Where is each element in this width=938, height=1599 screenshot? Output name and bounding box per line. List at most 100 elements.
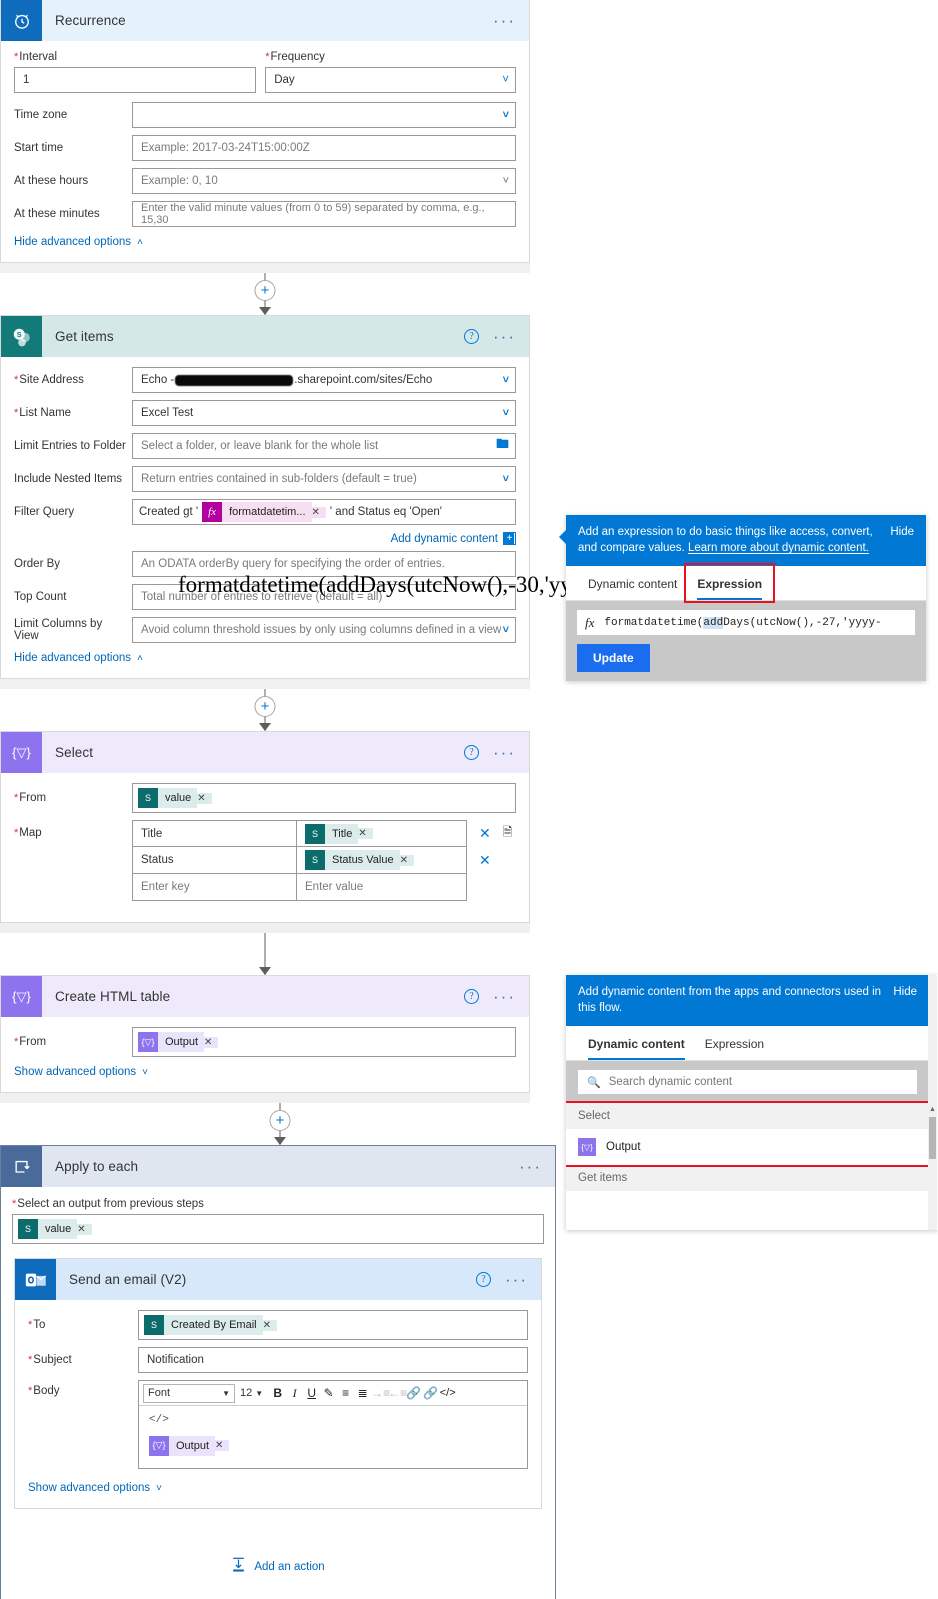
- action-card-send-email[interactable]: Send an email (V2) ? ··· *To S Created B…: [14, 1258, 542, 1509]
- action-card-apply-to-each[interactable]: Apply to each ··· *Select an output from…: [0, 1145, 556, 1599]
- more-options-icon[interactable]: ···: [493, 328, 516, 345]
- frequency-dropdown[interactable]: Day ˅: [265, 67, 516, 93]
- more-options-icon[interactable]: ···: [493, 12, 516, 29]
- code-view-button[interactable]: </>: [439, 1387, 456, 1399]
- starttime-input[interactable]: Example: 2017-03-24T15:00:00Z: [132, 135, 516, 161]
- underline-button[interactable]: U: [303, 1386, 320, 1400]
- insert-step-button[interactable]: +: [254, 280, 276, 301]
- remove-token-icon[interactable]: ✕: [399, 854, 414, 866]
- email-subject-input[interactable]: Notification: [138, 1347, 528, 1373]
- map-key-cell[interactable]: Title: [132, 820, 297, 847]
- link-icon[interactable]: 🔗: [405, 1386, 422, 1400]
- map-key-input[interactable]: Enter key: [132, 874, 297, 901]
- bold-button[interactable]: B: [269, 1386, 286, 1400]
- dynamic-token-value[interactable]: S value ✕: [138, 788, 212, 808]
- select-from-input[interactable]: S value ✕: [132, 783, 516, 813]
- insert-step-button[interactable]: +: [254, 696, 276, 717]
- italic-button[interactable]: I: [286, 1386, 303, 1401]
- htmltable-advanced-toggle[interactable]: Show advanced options ˅: [14, 1066, 516, 1078]
- dynamic-token-status-value[interactable]: S Status Value ✕: [305, 850, 414, 870]
- map-value-input[interactable]: Enter value: [297, 874, 467, 901]
- indent-icon[interactable]: →≡: [371, 1386, 390, 1400]
- map-key-cell[interactable]: Status: [132, 847, 297, 874]
- help-icon[interactable]: ?: [476, 1272, 492, 1287]
- delete-map-row-icon[interactable]: ✕: [479, 852, 491, 869]
- list-name-dropdown[interactable]: Excel Test ˅: [132, 400, 516, 426]
- remove-token-icon[interactable]: ✕: [204, 1036, 219, 1048]
- help-icon[interactable]: ?: [464, 989, 480, 1004]
- search-dynamic-content-input[interactable]: 🔍 Search dynamic content: [577, 1069, 918, 1095]
- more-options-icon[interactable]: ···: [493, 744, 516, 761]
- remove-token-icon[interactable]: ✕: [262, 1319, 277, 1331]
- expression-token-formatdatetime[interactable]: fx formatdatetim... ✕: [202, 502, 326, 522]
- dynamic-token-output[interactable]: {▽} Output ✕: [138, 1032, 219, 1052]
- action-card-select[interactable]: {▽} Select ? ··· *From S value ✕ *Map Ti…: [0, 731, 530, 923]
- getitems-advanced-toggle[interactable]: Hide advanced options ˄: [14, 652, 516, 664]
- add-an-action-button[interactable]: Add an action: [1, 1525, 555, 1599]
- remove-token-icon[interactable]: ✕: [197, 792, 212, 804]
- recurrence-advanced-toggle[interactable]: Hide advanced options ˄: [14, 236, 516, 248]
- dynamic-token-title[interactable]: S Title ✕: [305, 823, 373, 844]
- dynamic-token-value[interactable]: S value ✕: [18, 1219, 92, 1239]
- font-family-dropdown[interactable]: Font ▼: [143, 1383, 235, 1403]
- tab-expression[interactable]: Expression: [684, 563, 776, 603]
- update-button[interactable]: Update: [577, 644, 650, 672]
- scrollbar-thumb[interactable]: [929, 1117, 936, 1159]
- tab-dynamic-content[interactable]: Dynamic content: [578, 566, 687, 600]
- add-dynamic-content-icon[interactable]: +: [503, 532, 516, 545]
- remove-token-icon[interactable]: ✕: [215, 1440, 230, 1451]
- email-to-input[interactable]: S Created By Email ✕: [138, 1310, 528, 1340]
- bullet-list-icon[interactable]: ≡: [337, 1386, 354, 1400]
- timezone-dropdown[interactable]: ˅: [132, 102, 516, 128]
- card-header-get-items[interactable]: S Get items ? ···: [1, 316, 529, 357]
- pen-icon[interactable]: ✎: [320, 1386, 337, 1400]
- learn-more-link[interactable]: Learn more about dynamic content.: [688, 542, 869, 554]
- folder-icon[interactable]: 🖿: [496, 435, 509, 457]
- email-advanced-toggle[interactable]: Show advanced options ˅: [28, 1482, 528, 1494]
- help-icon[interactable]: ?: [464, 745, 480, 760]
- map-value-cell[interactable]: S Title ✕: [297, 820, 467, 847]
- scroll-up-icon[interactable]: ▲: [928, 1105, 937, 1115]
- rich-text-content[interactable]: </> {▽} Output ✕: [139, 1406, 527, 1468]
- nested-items-dropdown[interactable]: Return entries contained in sub-folders …: [132, 466, 516, 492]
- filter-query-input[interactable]: Created gt ' fx formatdatetim... ✕ ' and…: [132, 499, 516, 525]
- loop-output-input[interactable]: S value ✕: [12, 1214, 544, 1244]
- font-size-dropdown[interactable]: 12 ▼: [240, 1387, 263, 1399]
- expression-input[interactable]: fx formatdatetime(addDays(utcNow(),-27,'…: [577, 610, 915, 635]
- remove-token-icon[interactable]: ✕: [358, 828, 373, 839]
- card-header-select[interactable]: {▽} Select ? ···: [1, 732, 529, 773]
- minutes-input[interactable]: Enter the valid minute values (from 0 to…: [132, 201, 516, 227]
- htmltable-from-input[interactable]: {▽} Output ✕: [132, 1027, 516, 1057]
- number-list-icon[interactable]: ≣: [354, 1386, 371, 1400]
- add-dynamic-content-row[interactable]: Add dynamic content +: [14, 532, 516, 545]
- dynamic-item-output[interactable]: {▽} Output: [566, 1129, 929, 1165]
- dynamic-token-created-by-email[interactable]: S Created By Email ✕: [144, 1315, 277, 1335]
- card-header-apply-to-each[interactable]: Apply to each ···: [1, 1146, 555, 1187]
- help-icon[interactable]: ?: [464, 329, 480, 344]
- insert-step-button[interactable]: +: [269, 1110, 291, 1131]
- card-header-recurrence[interactable]: Recurrence ···: [1, 0, 529, 41]
- card-header-send-email[interactable]: Send an email (V2) ? ···: [15, 1259, 541, 1300]
- action-card-get-items[interactable]: S Get items ? ··· *Site Address Echo - .…: [0, 315, 530, 679]
- tab-dynamic-content[interactable]: Dynamic content: [578, 1026, 695, 1060]
- dynamic-token-output[interactable]: {▽} Output ✕: [149, 1435, 230, 1456]
- map-value-cell[interactable]: S Status Value ✕: [297, 847, 467, 874]
- more-options-icon[interactable]: ···: [519, 1158, 542, 1175]
- hide-panel-button[interactable]: Hide: [893, 984, 917, 1016]
- unlink-icon[interactable]: 🔗: [422, 1386, 439, 1400]
- panel-scrollbar[interactable]: [928, 975, 937, 1230]
- remove-token-icon[interactable]: ✕: [311, 506, 326, 518]
- limit-folder-input[interactable]: Select a folder, or leave blank for the …: [132, 433, 516, 459]
- switch-map-mode-icon[interactable]: 🗎: [503, 823, 513, 844]
- hours-dropdown[interactable]: Example: 0, 10 ˅: [132, 168, 516, 194]
- card-header-create-html-table[interactable]: {▽} Create HTML table ? ···: [1, 976, 529, 1017]
- site-address-dropdown[interactable]: Echo - .sharepoint.com/sites/Echo ˅: [132, 367, 516, 393]
- outdent-icon[interactable]: ←≡: [388, 1386, 407, 1400]
- limit-columns-dropdown[interactable]: Avoid column threshold issues by only us…: [132, 617, 516, 643]
- hide-panel-button[interactable]: Hide: [890, 524, 914, 556]
- tab-expression[interactable]: Expression: [695, 1026, 774, 1060]
- more-options-icon[interactable]: ···: [505, 1271, 528, 1288]
- delete-map-row-icon[interactable]: ✕: [479, 825, 491, 842]
- rich-text-editor[interactable]: Font ▼ 12 ▼ B I U ✎ ≡ ≣ →≡ ←≡ 🔗 🔗 </> </…: [138, 1380, 528, 1469]
- more-options-icon[interactable]: ···: [493, 988, 516, 1005]
